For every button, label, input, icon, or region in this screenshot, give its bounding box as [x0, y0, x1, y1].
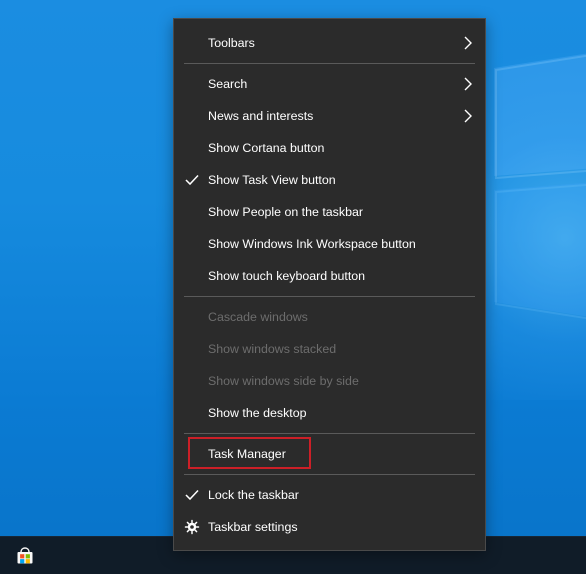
windows-logo-icon: [494, 53, 586, 320]
menu-item-show-touch-keyboard-button[interactable]: Show touch keyboard button: [174, 260, 485, 292]
menu-separator: [184, 296, 475, 297]
chevron-right-icon: [464, 109, 472, 123]
menu-item-show-the-desktop-label: Show the desktop: [208, 405, 307, 420]
microsoft-store-icon: [17, 547, 33, 564]
chevron-right-icon: [464, 77, 472, 91]
menu-item-show-windows-ink-workspace-button-label: Show Windows Ink Workspace button: [208, 236, 416, 251]
menu-item-show-windows-stacked[interactable]: Show windows stacked: [174, 333, 485, 365]
menu-item-cascade-windows-label: Cascade windows: [208, 309, 308, 324]
menu-item-show-windows-stacked-label: Show windows stacked: [208, 341, 337, 356]
gear-icon: [184, 519, 200, 535]
menu-item-show-people-on-taskbar[interactable]: Show People on the taskbar: [174, 196, 485, 228]
taskbar-context-menu: Toolbars Search News and interests Show …: [173, 18, 486, 551]
menu-item-news-and-interests-label: News and interests: [208, 108, 314, 123]
check-icon: [185, 174, 199, 186]
menu-item-taskbar-settings[interactable]: Taskbar settings: [174, 511, 485, 543]
menu-item-search-label: Search: [208, 76, 248, 91]
menu-separator: [184, 433, 475, 434]
menu-separator: [184, 474, 475, 475]
menu-item-task-manager[interactable]: Task Manager: [174, 438, 485, 470]
menu-item-toolbars[interactable]: Toolbars: [174, 27, 485, 59]
menu-item-cascade-windows[interactable]: Cascade windows: [174, 301, 485, 333]
menu-item-show-cortana-button-label: Show Cortana button: [208, 140, 325, 155]
menu-item-task-manager-label: Task Manager: [208, 446, 286, 461]
menu-item-show-windows-side-by-side[interactable]: Show windows side by side: [174, 365, 485, 397]
menu-item-taskbar-settings-label: Taskbar settings: [208, 519, 298, 534]
menu-item-show-task-view-button-label: Show Task View button: [208, 172, 336, 187]
menu-separator: [184, 63, 475, 64]
menu-item-show-windows-ink-workspace-button[interactable]: Show Windows Ink Workspace button: [174, 228, 485, 260]
check-icon: [185, 489, 199, 501]
menu-item-show-windows-side-by-side-label: Show windows side by side: [208, 373, 359, 388]
menu-item-show-touch-keyboard-button-label: Show touch keyboard button: [208, 268, 366, 283]
microsoft-store-button[interactable]: [10, 542, 40, 570]
menu-item-show-task-view-button[interactable]: Show Task View button: [174, 164, 485, 196]
menu-item-lock-the-taskbar-label: Lock the taskbar: [208, 487, 299, 502]
menu-item-lock-the-taskbar[interactable]: Lock the taskbar: [174, 479, 485, 511]
menu-item-show-cortana-button[interactable]: Show Cortana button: [174, 132, 485, 164]
menu-item-search[interactable]: Search: [174, 68, 485, 100]
menu-item-show-the-desktop[interactable]: Show the desktop: [174, 397, 485, 429]
chevron-right-icon: [464, 36, 472, 50]
menu-item-news-and-interests[interactable]: News and interests: [174, 100, 485, 132]
menu-item-toolbars-label: Toolbars: [208, 35, 255, 50]
menu-item-show-people-on-taskbar-label: Show People on the taskbar: [208, 204, 363, 219]
